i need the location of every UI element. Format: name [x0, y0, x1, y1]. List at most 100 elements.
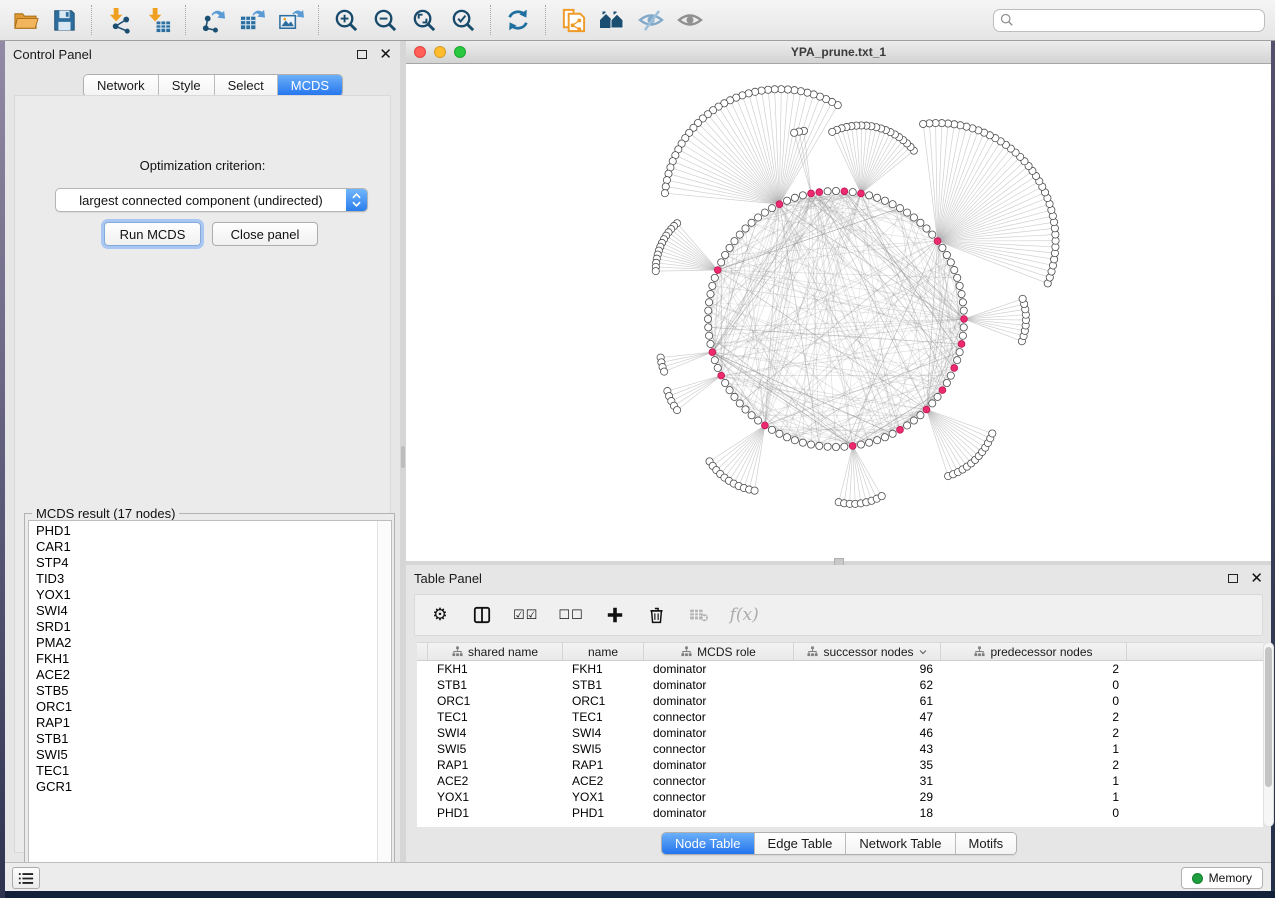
- network-node[interactable]: [923, 225, 930, 232]
- mcds-list-scrollbar[interactable]: [377, 521, 391, 881]
- tab-motifs[interactable]: Motifs: [956, 833, 1017, 854]
- network-node[interactable]: [951, 266, 958, 273]
- network-node[interactable]: [960, 324, 967, 331]
- network-node[interactable]: [947, 259, 954, 266]
- network-node[interactable]: [704, 315, 711, 322]
- delete-columns-icon[interactable]: [646, 603, 668, 627]
- run-mcds-button[interactable]: Run MCDS: [104, 222, 201, 246]
- table-row[interactable]: SWI4SWI4dominator462: [417, 725, 1263, 741]
- tab-network-table[interactable]: Network Table: [846, 833, 955, 854]
- mcds-result-item[interactable]: PHD1: [29, 523, 376, 539]
- zoom-selected-icon[interactable]: [448, 5, 478, 35]
- column-header-name[interactable]: name: [563, 643, 644, 660]
- mcds-node[interactable]: [776, 201, 783, 208]
- mcds-result-item[interactable]: STB1: [29, 731, 376, 747]
- network-node[interactable]: [910, 417, 917, 424]
- zoom-in-icon[interactable]: [331, 5, 361, 35]
- column-header-shared-name[interactable]: shared name: [428, 643, 563, 660]
- network-node[interactable]: [910, 214, 917, 221]
- mcds-result-item[interactable]: TID3: [29, 571, 376, 587]
- mcds-result-item[interactable]: GCR1: [29, 779, 376, 795]
- settings-gear-icon[interactable]: ⚙: [429, 603, 451, 627]
- mcds-result-item[interactable]: STB5: [29, 683, 376, 699]
- mcds-result-item[interactable]: SRD1: [29, 619, 376, 635]
- network-node[interactable]: [989, 430, 996, 437]
- network-node[interactable]: [929, 231, 936, 238]
- network-node[interactable]: [736, 400, 743, 407]
- tab-node-table[interactable]: Node Table: [662, 833, 755, 854]
- mcds-node[interactable]: [939, 387, 946, 394]
- network-node[interactable]: [751, 487, 758, 494]
- mcds-node[interactable]: [934, 238, 941, 245]
- network-node[interactable]: [959, 299, 966, 306]
- network-node[interactable]: [943, 251, 950, 258]
- network-node[interactable]: [1019, 295, 1026, 302]
- network-node[interactable]: [917, 412, 924, 419]
- network-node[interactable]: [711, 274, 718, 281]
- network-node[interactable]: [768, 426, 775, 433]
- network-node[interactable]: [754, 417, 761, 424]
- network-node[interactable]: [956, 282, 963, 289]
- export-network-icon[interactable]: [198, 5, 228, 35]
- network-node[interactable]: [947, 372, 954, 379]
- network-node[interactable]: [799, 439, 806, 446]
- search-input[interactable]: [993, 9, 1265, 32]
- table-row[interactable]: TEC1TEC1connector472: [417, 709, 1263, 725]
- network-node[interactable]: [849, 188, 856, 195]
- network-node[interactable]: [904, 422, 911, 429]
- optimization-criterion-select[interactable]: largest connected component (undirected): [55, 188, 368, 212]
- select-all-columns-icon[interactable]: ☑☑: [513, 603, 538, 627]
- mcds-result-item[interactable]: RAP1: [29, 715, 376, 731]
- network-node[interactable]: [726, 387, 733, 394]
- network-node[interactable]: [673, 406, 680, 413]
- network-node[interactable]: [791, 129, 798, 136]
- network-node[interactable]: [943, 379, 950, 386]
- network-node[interactable]: [714, 364, 721, 371]
- mcds-node[interactable]: [958, 341, 965, 348]
- network-node[interactable]: [954, 357, 961, 364]
- scrollbar-thumb[interactable]: [1265, 647, 1272, 787]
- toggle-columns-icon[interactable]: [471, 603, 493, 627]
- network-node[interactable]: [652, 267, 659, 274]
- network-node[interactable]: [904, 209, 911, 216]
- mcds-node[interactable]: [849, 443, 856, 450]
- mcds-result-item[interactable]: SWI5: [29, 747, 376, 763]
- network-node[interactable]: [866, 192, 873, 199]
- task-history-button[interactable]: [12, 867, 40, 889]
- mcds-result-item[interactable]: STP4: [29, 555, 376, 571]
- zoom-out-icon[interactable]: [370, 5, 400, 35]
- network-node[interactable]: [791, 87, 798, 94]
- network-window-titlebar[interactable]: YPA_prune.txt_1: [406, 41, 1271, 64]
- float-panel-icon[interactable]: [1228, 574, 1238, 583]
- mcds-result-item[interactable]: TEC1: [29, 763, 376, 779]
- network-node[interactable]: [889, 430, 896, 437]
- refresh-view-icon[interactable]: [503, 5, 533, 35]
- mcds-node[interactable]: [761, 422, 768, 429]
- network-node[interactable]: [807, 441, 814, 448]
- network-node[interactable]: [748, 219, 755, 226]
- network-node[interactable]: [917, 219, 924, 226]
- mcds-result-item[interactable]: ORC1: [29, 699, 376, 715]
- function-builder-icon[interactable]: f(x): [730, 603, 759, 627]
- table-row[interactable]: ACE2ACE2connector311: [417, 773, 1263, 789]
- open-file-icon[interactable]: [10, 5, 40, 35]
- network-node[interactable]: [771, 86, 778, 93]
- tab-style[interactable]: Style: [159, 75, 215, 96]
- table-row[interactable]: FKH1FKH1dominator962: [417, 661, 1263, 677]
- network-node[interactable]: [748, 412, 755, 419]
- network-node[interactable]: [874, 437, 881, 444]
- mcds-node[interactable]: [808, 190, 815, 197]
- export-table-icon[interactable]: [237, 5, 267, 35]
- add-column-icon[interactable]: [604, 603, 626, 627]
- table-row[interactable]: YOX1YOX1connector291: [417, 789, 1263, 805]
- tab-network[interactable]: Network: [84, 75, 159, 96]
- network-node[interactable]: [705, 307, 712, 314]
- close-panel-icon[interactable]: ✕: [379, 47, 392, 62]
- clone-network-icon[interactable]: [558, 5, 588, 35]
- network-node[interactable]: [726, 244, 733, 251]
- splitter-handle[interactable]: [401, 446, 405, 468]
- network-node[interactable]: [742, 406, 749, 413]
- network-node[interactable]: [791, 194, 798, 201]
- network-node[interactable]: [705, 332, 712, 339]
- tab-select[interactable]: Select: [215, 75, 278, 96]
